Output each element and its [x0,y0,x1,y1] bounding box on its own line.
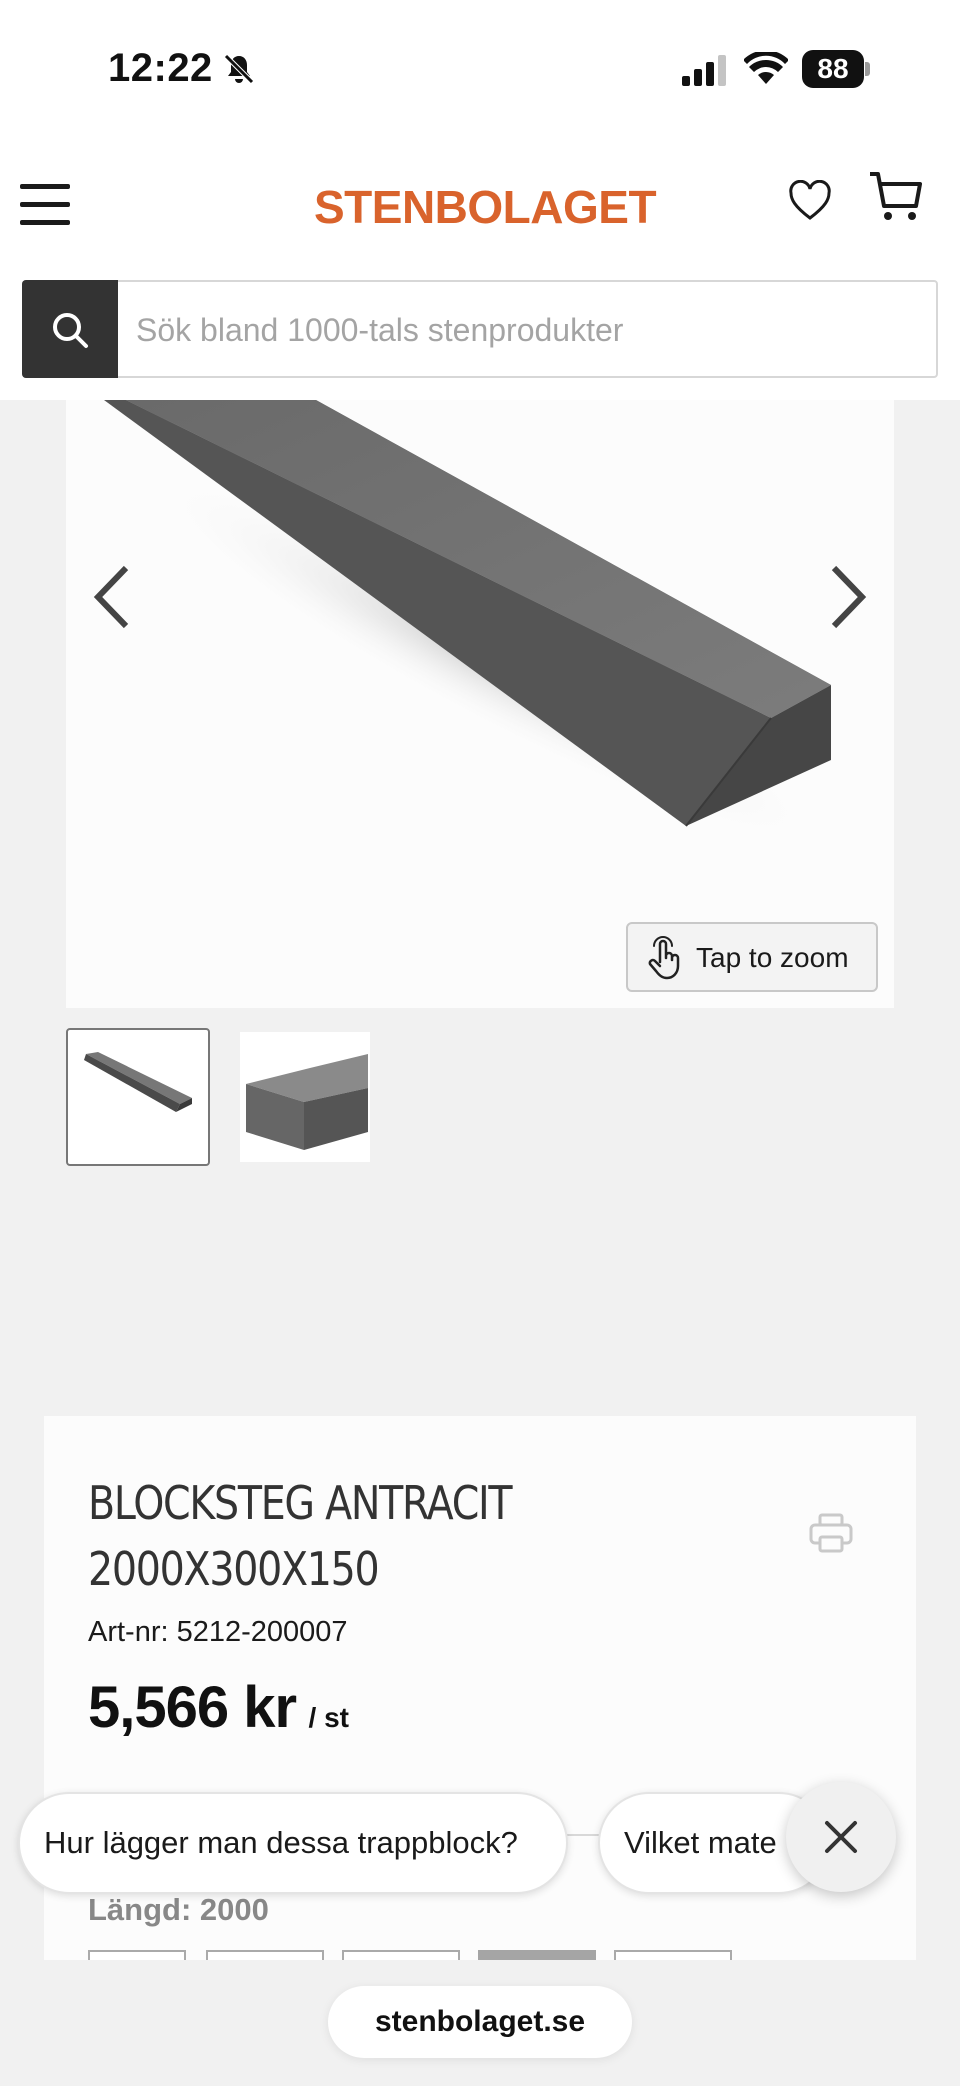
cart-icon[interactable] [868,170,924,226]
thumbnail-1[interactable] [66,1028,210,1166]
touch-hand-icon [648,936,680,980]
search-icon [53,313,88,348]
close-suggestions-button[interactable] [786,1782,896,1892]
tap-to-zoom-label: Tap to zoom [696,942,849,973]
status-bar: 12:22 88 [0,0,960,130]
search-input[interactable] [136,302,916,358]
wifi-icon [744,52,788,84]
product-title: BLOCKSTEG ANTRACIT 2000X300X150 [88,1470,621,1602]
site-logo[interactable]: STENBOLAGET [314,180,657,234]
product-title-line1: BLOCKSTEG ANTRACIT [88,1476,513,1530]
length-option[interactable] [614,1950,732,1960]
chevron-left-icon[interactable] [88,560,138,634]
printer-icon[interactable] [808,1512,854,1554]
length-option[interactable] [206,1950,324,1960]
heart-icon[interactable] [788,180,832,224]
search-bar [22,280,938,378]
chat-suggestion-chip[interactable]: Hur lägger man dessa trappblock? [18,1792,568,1894]
thumbnail-image [84,1052,192,1112]
length-option[interactable] [342,1950,460,1960]
price-amount: 5,566 kr [88,1675,297,1740]
length-label: Längd: 2000 [88,1892,269,1927]
bell-muted-icon [224,54,254,84]
length-option-selected[interactable] [478,1950,596,1960]
battery-level: 88 [802,50,864,88]
thumbnail-2[interactable] [240,1032,370,1162]
battery-icon: 88 [802,50,870,88]
tap-to-zoom-button[interactable]: Tap to zoom [626,922,878,992]
price: 5,566 kr / st [88,1674,349,1741]
browser-url-bar[interactable]: stenbolaget.se [328,1986,632,2058]
hamburger-menu-icon[interactable] [20,184,72,226]
article-number: Art-nr: 5212-200007 [88,1616,348,1648]
product-title-line2: 2000X300X150 [88,1542,380,1596]
product-image [104,400,831,847]
chevron-right-icon[interactable] [822,560,872,634]
length-option[interactable] [88,1950,186,1960]
search-button[interactable] [22,280,118,378]
cellular-signal-icon [682,55,726,86]
status-time: 12:22 [108,46,213,90]
close-icon [825,1821,857,1853]
thumbnail-image [246,1054,368,1150]
product-image-gallery[interactable]: Tap to zoom [66,400,894,1008]
site-header: STENBOLAGET [0,130,960,400]
price-unit: / st [308,1702,350,1733]
